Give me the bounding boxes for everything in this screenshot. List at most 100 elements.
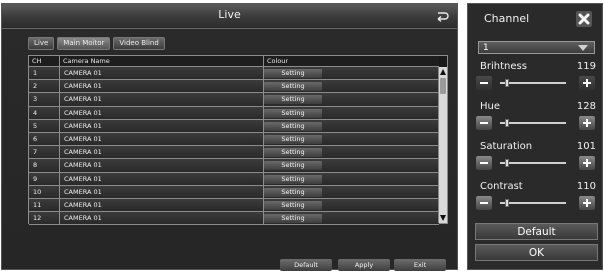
cell-ch: 11 xyxy=(33,200,42,209)
exit-button[interactable]: Exit xyxy=(394,259,446,271)
setting-button[interactable]: Setting xyxy=(264,95,322,105)
tab-live[interactable]: Live xyxy=(28,37,55,50)
back-icon[interactable] xyxy=(435,9,449,23)
setting-button[interactable]: Setting xyxy=(264,187,322,197)
slider-thumb[interactable] xyxy=(505,119,509,127)
column-header-ch: CH xyxy=(32,57,42,65)
table-row[interactable]: 10 CAMERA 01 Setting xyxy=(29,185,439,199)
close-icon[interactable] xyxy=(576,11,592,27)
cell-camera-name: CAMERA 01 xyxy=(64,108,102,117)
increase-button[interactable] xyxy=(579,196,595,210)
table-row[interactable]: 5 CAMERA 01 Setting xyxy=(29,119,439,133)
setting-button[interactable]: Setting xyxy=(264,174,322,184)
slider-thumb[interactable] xyxy=(505,199,509,207)
table-row[interactable]: 8 CAMERA 01 Setting xyxy=(29,159,439,173)
slider-track[interactable] xyxy=(500,79,566,87)
slider-thumb[interactable] xyxy=(505,159,509,167)
setting-button[interactable]: Setting xyxy=(264,200,322,210)
cell-camera-name: CAMERA 01 xyxy=(64,174,102,183)
chevron-down-icon xyxy=(578,45,588,51)
tab-main-moitor[interactable]: Main Moitor xyxy=(57,37,111,50)
panel-title: Channel xyxy=(484,12,530,25)
cell-camera-name: CAMERA 01 xyxy=(64,95,102,104)
plus-icon xyxy=(583,199,591,207)
setting-button[interactable]: Setting xyxy=(264,69,322,78)
setting-button[interactable]: Setting xyxy=(264,82,322,92)
cell-colour: Setting xyxy=(264,67,439,79)
column-divider xyxy=(263,56,264,66)
cell-camera-name: CAMERA 01 xyxy=(64,134,102,143)
table-row[interactable]: 9 CAMERA 01 Setting xyxy=(29,172,439,186)
tab-bar: Live Main Moitor Video Blind xyxy=(28,37,165,50)
minus-icon xyxy=(480,202,488,204)
slider-value: 128 xyxy=(576,101,596,112)
cell-camera-name: CAMERA 01 xyxy=(64,161,102,170)
scroll-down-button[interactable] xyxy=(439,213,447,223)
cell-colour: Setting xyxy=(264,80,439,92)
slider-track[interactable] xyxy=(500,199,566,207)
table-row[interactable]: 11 CAMERA 01 Setting xyxy=(29,198,439,213)
slider-value: 119 xyxy=(576,61,596,72)
cell-ch: 9 xyxy=(33,174,38,183)
apply-button[interactable]: Apply xyxy=(338,259,390,271)
scroll-up-button[interactable] xyxy=(439,67,447,77)
scroll-thumb[interactable] xyxy=(440,78,446,94)
cell-ch: 12 xyxy=(33,214,42,223)
cell-colour: Setting xyxy=(264,107,439,119)
decrease-button[interactable] xyxy=(476,116,492,130)
cell-ch: 6 xyxy=(33,134,38,143)
column-header-colour: Colour xyxy=(267,57,289,65)
setting-button[interactable]: Setting xyxy=(264,148,322,158)
ok-button[interactable]: OK xyxy=(475,244,598,261)
cell-colour: Setting xyxy=(264,120,439,132)
slider-thumb[interactable] xyxy=(505,79,509,87)
table-row[interactable]: 2 CAMERA 01 Setting xyxy=(29,80,439,94)
table-row[interactable]: 1 CAMERA 01 Setting xyxy=(29,67,439,81)
table-header: CH Camera Name Colour xyxy=(29,56,439,67)
increase-button[interactable] xyxy=(579,76,595,90)
cell-camera-name: CAMERA 01 xyxy=(64,69,102,77)
setting-button[interactable]: Setting xyxy=(264,161,322,171)
slider-label: Hue xyxy=(480,101,501,112)
cell-ch: 5 xyxy=(33,121,38,130)
decrease-button[interactable] xyxy=(476,76,492,90)
table-row[interactable]: 4 CAMERA 01 Setting xyxy=(29,106,439,120)
increase-button[interactable] xyxy=(579,116,595,130)
channel-select[interactable]: 1 xyxy=(478,41,595,54)
cell-colour: Setting xyxy=(264,146,439,158)
setting-button[interactable]: Setting xyxy=(264,134,322,144)
minus-icon xyxy=(480,162,488,164)
cell-colour: Setting xyxy=(264,212,439,224)
channel-select-value: 1 xyxy=(483,43,489,53)
cell-camera-name: CAMERA 01 xyxy=(64,200,102,209)
cell-camera-name: CAMERA 01 xyxy=(64,148,102,157)
slider-label: Contrast xyxy=(480,181,523,192)
setting-button[interactable]: Setting xyxy=(264,214,322,224)
decrease-button[interactable] xyxy=(476,156,492,170)
cell-colour: Setting xyxy=(264,186,439,198)
panel-default-button[interactable]: Default xyxy=(475,223,598,240)
cell-camera-name: CAMERA 01 xyxy=(64,121,102,130)
table-row[interactable]: 7 CAMERA 01 Setting xyxy=(29,146,439,160)
setting-button[interactable]: Setting xyxy=(264,108,322,118)
column-header-camera-name: Camera Name xyxy=(63,57,110,65)
cell-colour: Setting xyxy=(264,173,439,185)
slider-track[interactable] xyxy=(500,119,566,127)
setting-button[interactable]: Setting xyxy=(264,121,322,131)
tab-video-blind[interactable]: Video Blind xyxy=(113,37,165,50)
table-row[interactable]: 3 CAMERA 01 Setting xyxy=(29,93,439,107)
minus-icon xyxy=(480,122,488,124)
cell-ch: 7 xyxy=(33,148,38,157)
plus-icon xyxy=(583,79,591,87)
decrease-button[interactable] xyxy=(476,196,492,210)
increase-button[interactable] xyxy=(579,156,595,170)
default-button[interactable]: Default xyxy=(280,259,332,271)
table-scrollbar[interactable] xyxy=(438,67,447,223)
slider-label: Brihtness xyxy=(480,61,527,72)
cell-ch: 2 xyxy=(33,82,38,91)
slider-track[interactable] xyxy=(500,159,566,167)
table-row[interactable]: 12 CAMERA 01 Setting xyxy=(29,212,439,226)
cell-ch: 3 xyxy=(33,95,38,104)
arrow-up-icon xyxy=(440,69,446,75)
table-row[interactable]: 6 CAMERA 01 Setting xyxy=(29,132,439,147)
